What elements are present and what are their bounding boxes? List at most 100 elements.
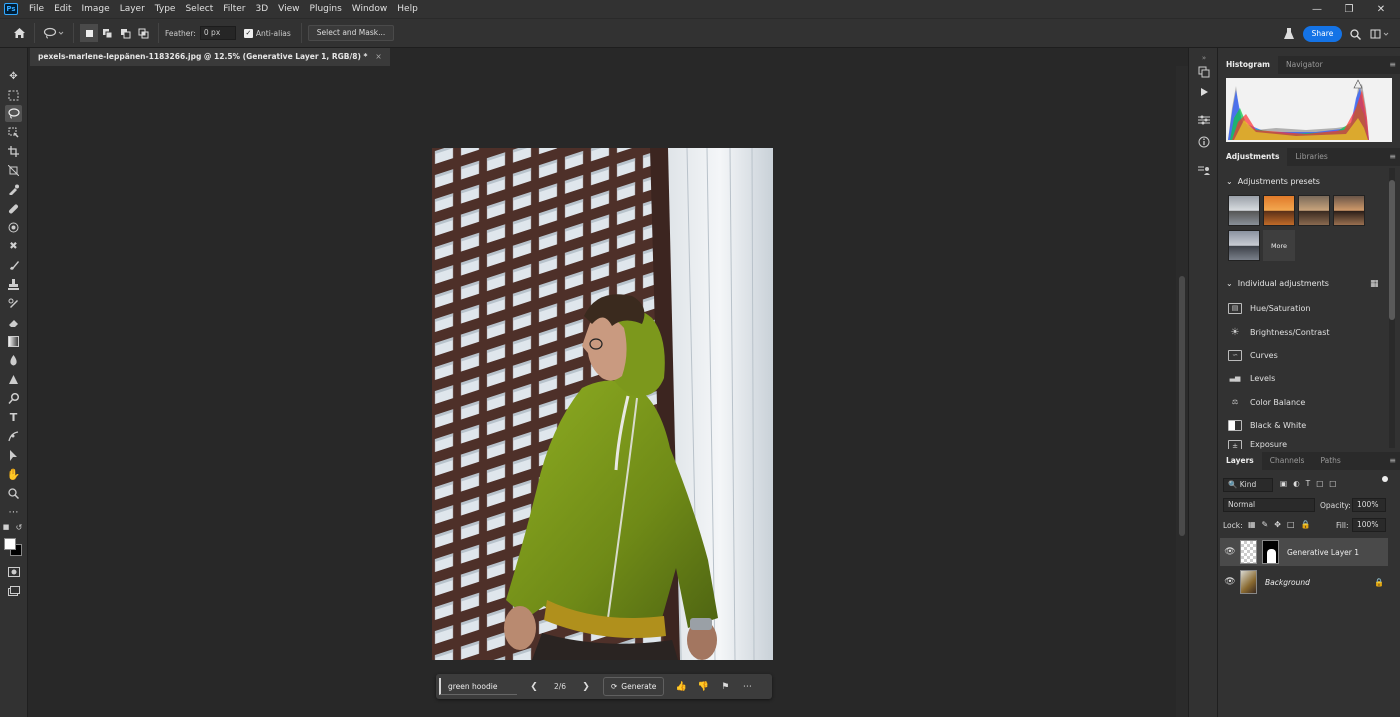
previous-variation-icon[interactable]: ❮ — [523, 677, 545, 697]
subtract-selection-icon[interactable] — [116, 24, 134, 42]
restore-icon[interactable]: ❐ — [1334, 0, 1364, 18]
menu-plugins[interactable]: Plugins — [305, 0, 347, 18]
menu-view[interactable]: View — [273, 0, 304, 18]
preset-thumbnail-2[interactable] — [1263, 195, 1295, 226]
brush-tool-icon[interactable] — [5, 257, 22, 274]
panel-menu-icon[interactable]: ≡ — [1389, 60, 1396, 69]
grid-view-icon[interactable]: ▦ — [1370, 279, 1379, 289]
flask-icon[interactable] — [1280, 25, 1298, 43]
adjustments-presets-header[interactable]: ⌄ Adjustments presets — [1226, 177, 1320, 186]
screen-mode-icon[interactable] — [5, 582, 22, 599]
adj-exposure[interactable]: ± Exposure — [1228, 440, 1287, 449]
individual-adjustments-header[interactable]: ⌄ Individual adjustments — [1226, 279, 1329, 288]
layer-row-background[interactable]: 👁 Background 🔒 — [1220, 568, 1388, 596]
comments-icon[interactable] — [1196, 162, 1212, 178]
layer-row-generative[interactable]: 👁 Generative Layer 1 — [1220, 538, 1388, 566]
menu-filter[interactable]: Filter — [218, 0, 250, 18]
adj-curves[interactable]: ∽ Curves — [1228, 347, 1278, 363]
properties-sliders-icon[interactable] — [1196, 112, 1212, 128]
fill-input[interactable]: 100% — [1352, 518, 1386, 532]
adj-brightness-contrast[interactable]: ☀ Brightness/Contrast — [1228, 324, 1330, 340]
thumbs-down-icon[interactable]: 👎 — [692, 677, 714, 697]
feather-input[interactable]: 0 px — [199, 26, 236, 40]
menu-edit[interactable]: Edit — [49, 0, 76, 18]
more-tools-icon[interactable]: ⋯ — [5, 504, 22, 521]
lock-icons[interactable]: ▦✎✥□🔒 — [1248, 520, 1316, 529]
dodge-tool-icon[interactable] — [5, 371, 22, 388]
tab-histogram[interactable]: Histogram — [1218, 56, 1278, 74]
tab-layers[interactable]: Layers — [1218, 452, 1262, 470]
document-image[interactable] — [432, 148, 773, 660]
canvas-area[interactable] — [28, 66, 1176, 717]
crop-tool-icon[interactable] — [5, 143, 22, 160]
adj-color-balance[interactable]: ⚖ Color Balance — [1228, 394, 1305, 410]
patch-tool-icon[interactable]: ✖ — [5, 238, 22, 255]
prompt-input[interactable]: green hoodie — [439, 678, 517, 695]
foreground-color-swatch[interactable] — [4, 538, 16, 550]
healing-brush-icon[interactable] — [5, 200, 22, 217]
tab-navigator[interactable]: Navigator — [1278, 56, 1331, 74]
marquee-tool-icon[interactable] — [5, 87, 22, 104]
default-colors-icon[interactable]: ■ — [1, 522, 11, 532]
blend-mode-select[interactable]: Normal — [1223, 498, 1315, 512]
select-and-mask-button[interactable]: Select and Mask... — [307, 25, 395, 41]
menu-3d[interactable]: 3D — [251, 0, 274, 18]
swap-colors-icon[interactable]: ↺ — [14, 522, 24, 532]
search-icon[interactable] — [1346, 25, 1364, 43]
eraser-tool-icon[interactable] — [5, 314, 22, 331]
menu-select[interactable]: Select — [180, 0, 218, 18]
layer-name[interactable]: Generative Layer 1 — [1287, 548, 1359, 557]
intersect-selection-icon[interactable] — [134, 24, 152, 42]
add-selection-icon[interactable] — [98, 24, 116, 42]
gradient-tool-icon[interactable] — [5, 333, 22, 350]
document-tab[interactable]: pexels-marlene-leppänen-1183266.jpg @ 12… — [30, 48, 390, 66]
visibility-eye-icon[interactable]: 👁 — [1220, 547, 1240, 557]
next-variation-icon[interactable]: ❯ — [575, 677, 597, 697]
object-selection-tool-icon[interactable] — [5, 124, 22, 141]
remove-tool-icon[interactable] — [5, 219, 22, 236]
menu-image[interactable]: Image — [77, 0, 115, 18]
hand-tool-icon[interactable]: ✋ — [5, 466, 22, 483]
tab-paths[interactable]: Paths — [1312, 452, 1348, 470]
path-selection-icon[interactable] — [5, 428, 22, 445]
adj-levels[interactable]: ▃▅ Levels — [1228, 370, 1276, 386]
clone-stamp-icon[interactable] — [5, 276, 22, 293]
visibility-eye-icon[interactable]: 👁 — [1220, 577, 1240, 587]
menu-file[interactable]: File — [24, 0, 49, 18]
adj-hue-saturation[interactable]: ▤ Hue/Saturation — [1228, 300, 1310, 316]
home-icon[interactable] — [10, 24, 28, 42]
type-tool-icon[interactable]: T — [5, 409, 22, 426]
adjustments-scrollbar[interactable] — [1389, 168, 1395, 448]
more-options-icon[interactable]: ⋯ — [736, 677, 758, 697]
tab-libraries[interactable]: Libraries — [1287, 148, 1335, 166]
direct-selection-icon[interactable] — [5, 447, 22, 464]
frame-tool-icon[interactable] — [5, 162, 22, 179]
filter-toggle-icon[interactable] — [1382, 476, 1388, 482]
panel-menu-icon[interactable]: ≡ — [1389, 152, 1396, 161]
scrollbar-thumb[interactable] — [1389, 180, 1395, 320]
lasso-tool-icon[interactable] — [5, 105, 22, 122]
canvas-vertical-scrollbar[interactable] — [1176, 66, 1188, 717]
scrollbar-thumb[interactable] — [1179, 276, 1185, 536]
tab-channels[interactable]: Channels — [1262, 452, 1313, 470]
layer-name[interactable]: Background — [1265, 578, 1310, 587]
more-presets-button[interactable]: More — [1263, 230, 1295, 261]
move-tool-icon[interactable]: ✥ — [5, 68, 22, 85]
blur-tool-icon[interactable] — [5, 352, 22, 369]
info-icon[interactable] — [1196, 134, 1212, 150]
workspace-icon[interactable] — [1368, 25, 1392, 43]
flag-icon[interactable]: ⚑ — [714, 677, 736, 697]
preset-thumbnail-5[interactable] — [1228, 230, 1260, 261]
zoom-tool-icon[interactable] — [5, 485, 22, 502]
preset-thumbnail-1[interactable] — [1228, 195, 1260, 226]
thumbs-up-icon[interactable]: 👍 — [670, 677, 692, 697]
tab-adjustments[interactable]: Adjustments — [1218, 148, 1288, 166]
history-panel-icon[interactable] — [1196, 64, 1212, 80]
generate-button[interactable]: ⟳ Generate — [603, 677, 665, 696]
menu-help[interactable]: Help — [392, 0, 423, 18]
close-tab-icon[interactable]: × — [375, 52, 381, 61]
menu-type[interactable]: Type — [150, 0, 181, 18]
actions-play-icon[interactable] — [1196, 84, 1212, 100]
opacity-input[interactable]: 100% — [1352, 498, 1386, 512]
preset-thumbnail-3[interactable] — [1298, 195, 1330, 226]
